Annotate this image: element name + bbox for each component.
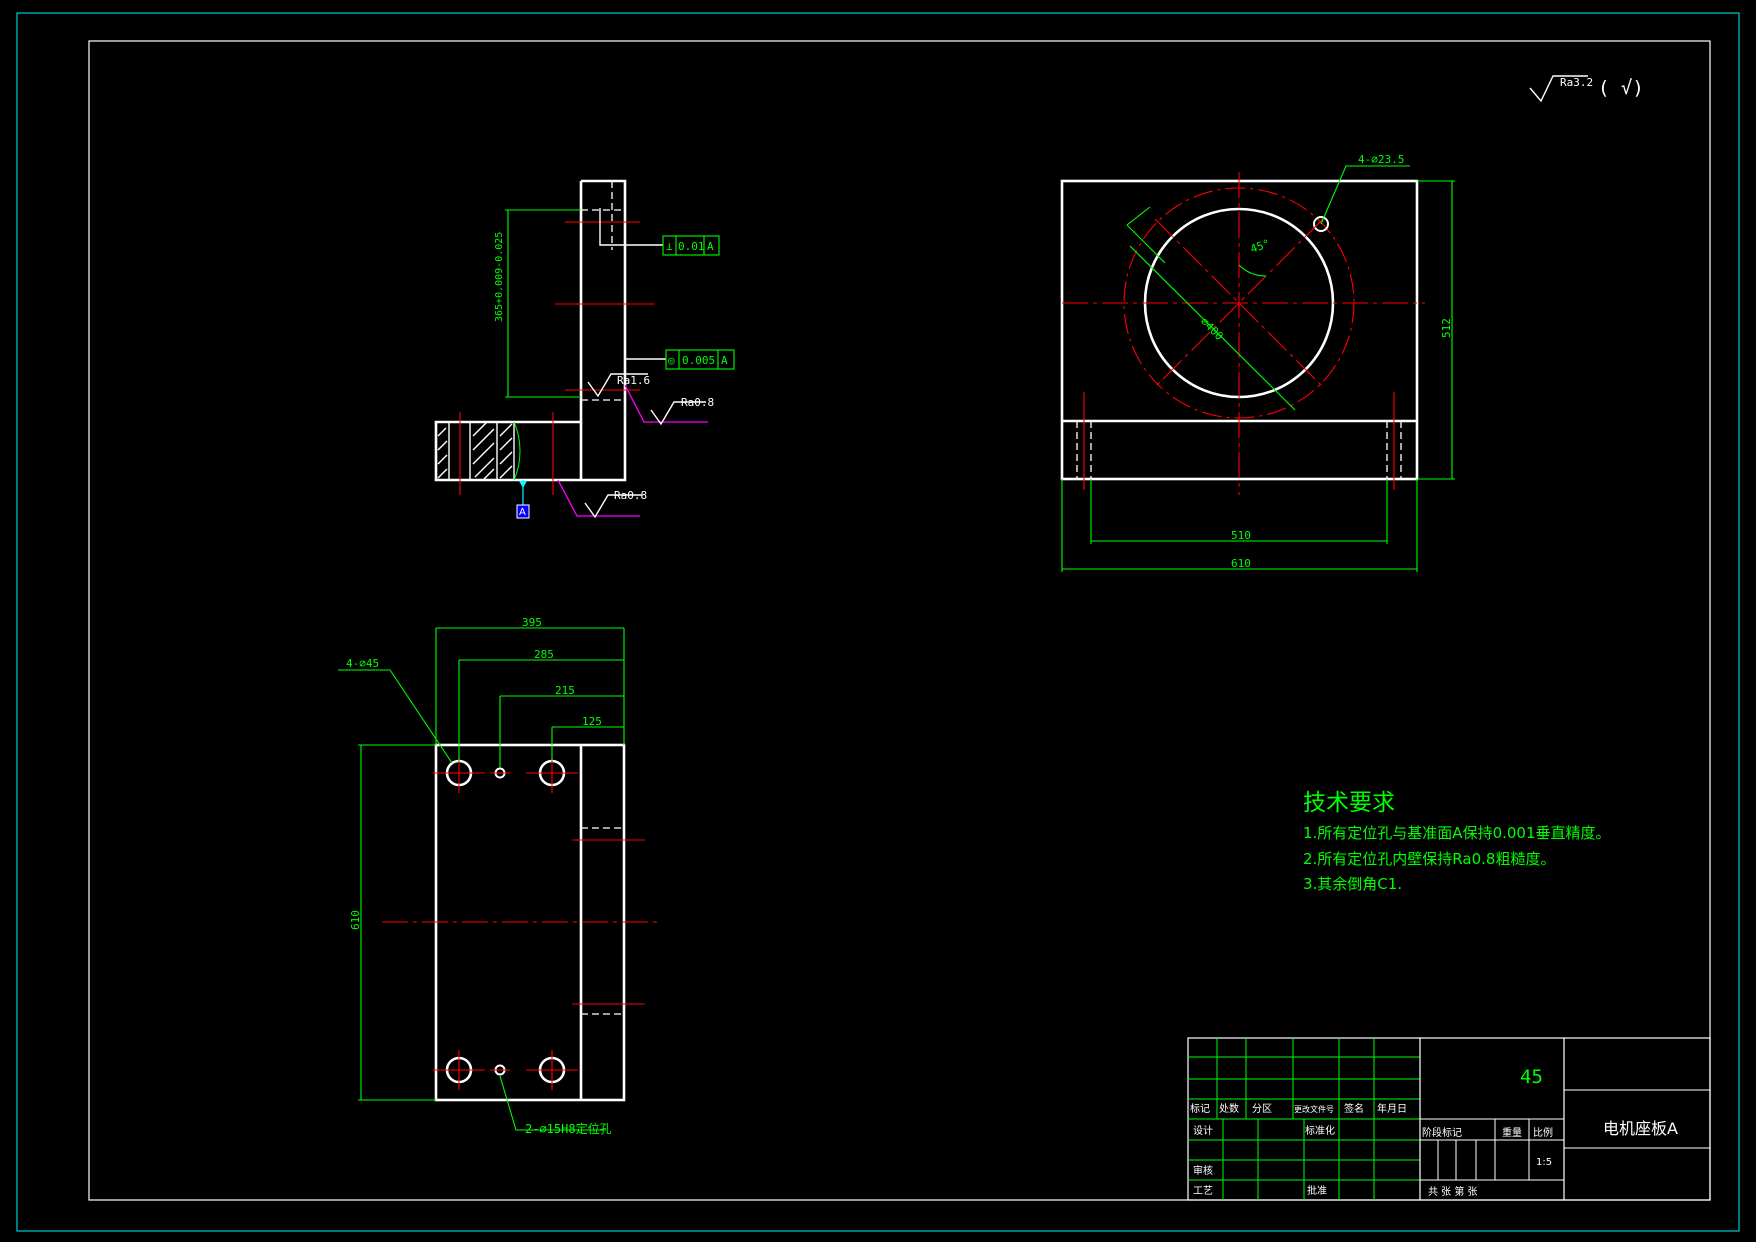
roughness-symbol-2: Ra0.8 bbox=[624, 384, 714, 426]
drawing-canvas: Ra3.2 ( √) 365+0.009-0.025 ⊥ 0.01 A ◎ 0.… bbox=[16, 12, 1740, 1232]
technical-requirements: 技术要求 1.所有定位孔与基准面A保持0.001垂直精度。 2.所有定位孔内壁保… bbox=[1303, 790, 1611, 893]
svg-text:处数: 处数 bbox=[1219, 1102, 1239, 1115]
svg-text:阶段标记: 阶段标记 bbox=[1422, 1126, 1462, 1139]
tech-req-title: 技术要求 bbox=[1303, 790, 1395, 816]
svg-text:365+0.009-0.025: 365+0.009-0.025 bbox=[494, 232, 505, 322]
svg-text:( √): ( √) bbox=[1598, 77, 1644, 99]
general-roughness-symbol: Ra3.2 ( √) bbox=[1529, 75, 1644, 103]
part-name: 电机座板A bbox=[1603, 1119, 1678, 1138]
svg-text:A: A bbox=[721, 354, 728, 367]
svg-text:0.005: 0.005 bbox=[682, 354, 715, 367]
svg-text:4-∅23.5: 4-∅23.5 bbox=[1358, 153, 1404, 166]
outer-frame bbox=[16, 12, 1740, 1232]
svg-text:分区: 分区 bbox=[1252, 1103, 1272, 1115]
svg-text:610: 610 bbox=[349, 910, 362, 930]
svg-text:Ra0.8: Ra0.8 bbox=[681, 396, 714, 409]
svg-text:工艺: 工艺 bbox=[1193, 1185, 1213, 1197]
tech-req-item: 2.所有定位孔内壁保持Ra0.8粗糙度。 bbox=[1303, 850, 1555, 868]
material: 45 bbox=[1520, 1066, 1543, 1088]
svg-text:510: 510 bbox=[1231, 529, 1251, 542]
svg-text:共 张 第 张: 共 张 第 张 bbox=[1428, 1185, 1478, 1198]
datum-a-symbol: A bbox=[516, 480, 530, 519]
svg-text:512: 512 bbox=[1440, 318, 1453, 338]
svg-text:⊥: ⊥ bbox=[666, 240, 673, 253]
svg-text:45°: 45° bbox=[1249, 237, 1272, 256]
svg-text:285: 285 bbox=[534, 648, 554, 661]
svg-text:年月日: 年月日 bbox=[1377, 1102, 1407, 1115]
svg-text:◎: ◎ bbox=[668, 354, 675, 367]
svg-text:设计: 设计 bbox=[1193, 1124, 1213, 1137]
tech-req-item: 1.所有定位孔与基准面A保持0.001垂直精度。 bbox=[1303, 824, 1611, 842]
section-hatch bbox=[437, 421, 521, 481]
svg-text:签名: 签名 bbox=[1344, 1102, 1364, 1115]
svg-text:标准化: 标准化 bbox=[1305, 1124, 1335, 1137]
svg-text:610: 610 bbox=[1231, 557, 1251, 570]
side-view: 365+0.009-0.025 ⊥ 0.01 A ◎ 0.005 A Ra1.6 bbox=[434, 179, 735, 519]
front-view: 4-∅23.5 ∅400 45° 512 510 610 bbox=[1060, 153, 1455, 572]
svg-text:Ra1.6: Ra1.6 bbox=[617, 374, 650, 387]
tolerance-frame-concentricity: ◎ 0.005 A bbox=[665, 349, 735, 370]
svg-text:∅400: ∅400 bbox=[1198, 315, 1226, 343]
tolerance-frame-perpendicularity: ⊥ 0.01 A bbox=[662, 235, 720, 256]
svg-text:重量: 重量 bbox=[1502, 1126, 1522, 1139]
svg-text:Ra0.8: Ra0.8 bbox=[614, 489, 647, 502]
svg-text:4-∅45: 4-∅45 bbox=[346, 657, 379, 670]
svg-text:批准: 批准 bbox=[1307, 1184, 1327, 1197]
svg-text:标记: 标记 bbox=[1190, 1103, 1210, 1115]
tech-req-item: 3.其余倒角C1. bbox=[1303, 875, 1402, 893]
roughness-symbol-1: Ra1.6 bbox=[587, 373, 650, 398]
svg-text:0.01: 0.01 bbox=[678, 240, 705, 253]
svg-text:125: 125 bbox=[582, 715, 602, 728]
svg-text:更改文件号: 更改文件号 bbox=[1294, 1104, 1334, 1114]
svg-text:215: 215 bbox=[555, 684, 575, 697]
side-view-outline bbox=[434, 179, 627, 482]
svg-text:审核: 审核 bbox=[1193, 1164, 1213, 1177]
inner-frame bbox=[88, 40, 1711, 1201]
svg-text:A: A bbox=[519, 507, 526, 518]
svg-text:395: 395 bbox=[522, 616, 542, 629]
svg-text:Ra3.2: Ra3.2 bbox=[1560, 76, 1593, 89]
svg-text:1:5: 1:5 bbox=[1536, 1157, 1552, 1168]
svg-text:2-∅15H8定位孔: 2-∅15H8定位孔 bbox=[525, 1121, 612, 1136]
svg-text:A: A bbox=[707, 240, 714, 253]
title-block: 标记 处数 分区 更改文件号 签名 年月日 设计 标准化 审核 工艺 批准 阶段… bbox=[1187, 1037, 1711, 1201]
top-view: 395 285 215 125 610 4-∅45 2-∅15H8定位孔 bbox=[338, 616, 660, 1136]
roughness-symbol-3: Ra0.8 bbox=[557, 479, 647, 519]
svg-text:比例: 比例 bbox=[1533, 1126, 1553, 1139]
